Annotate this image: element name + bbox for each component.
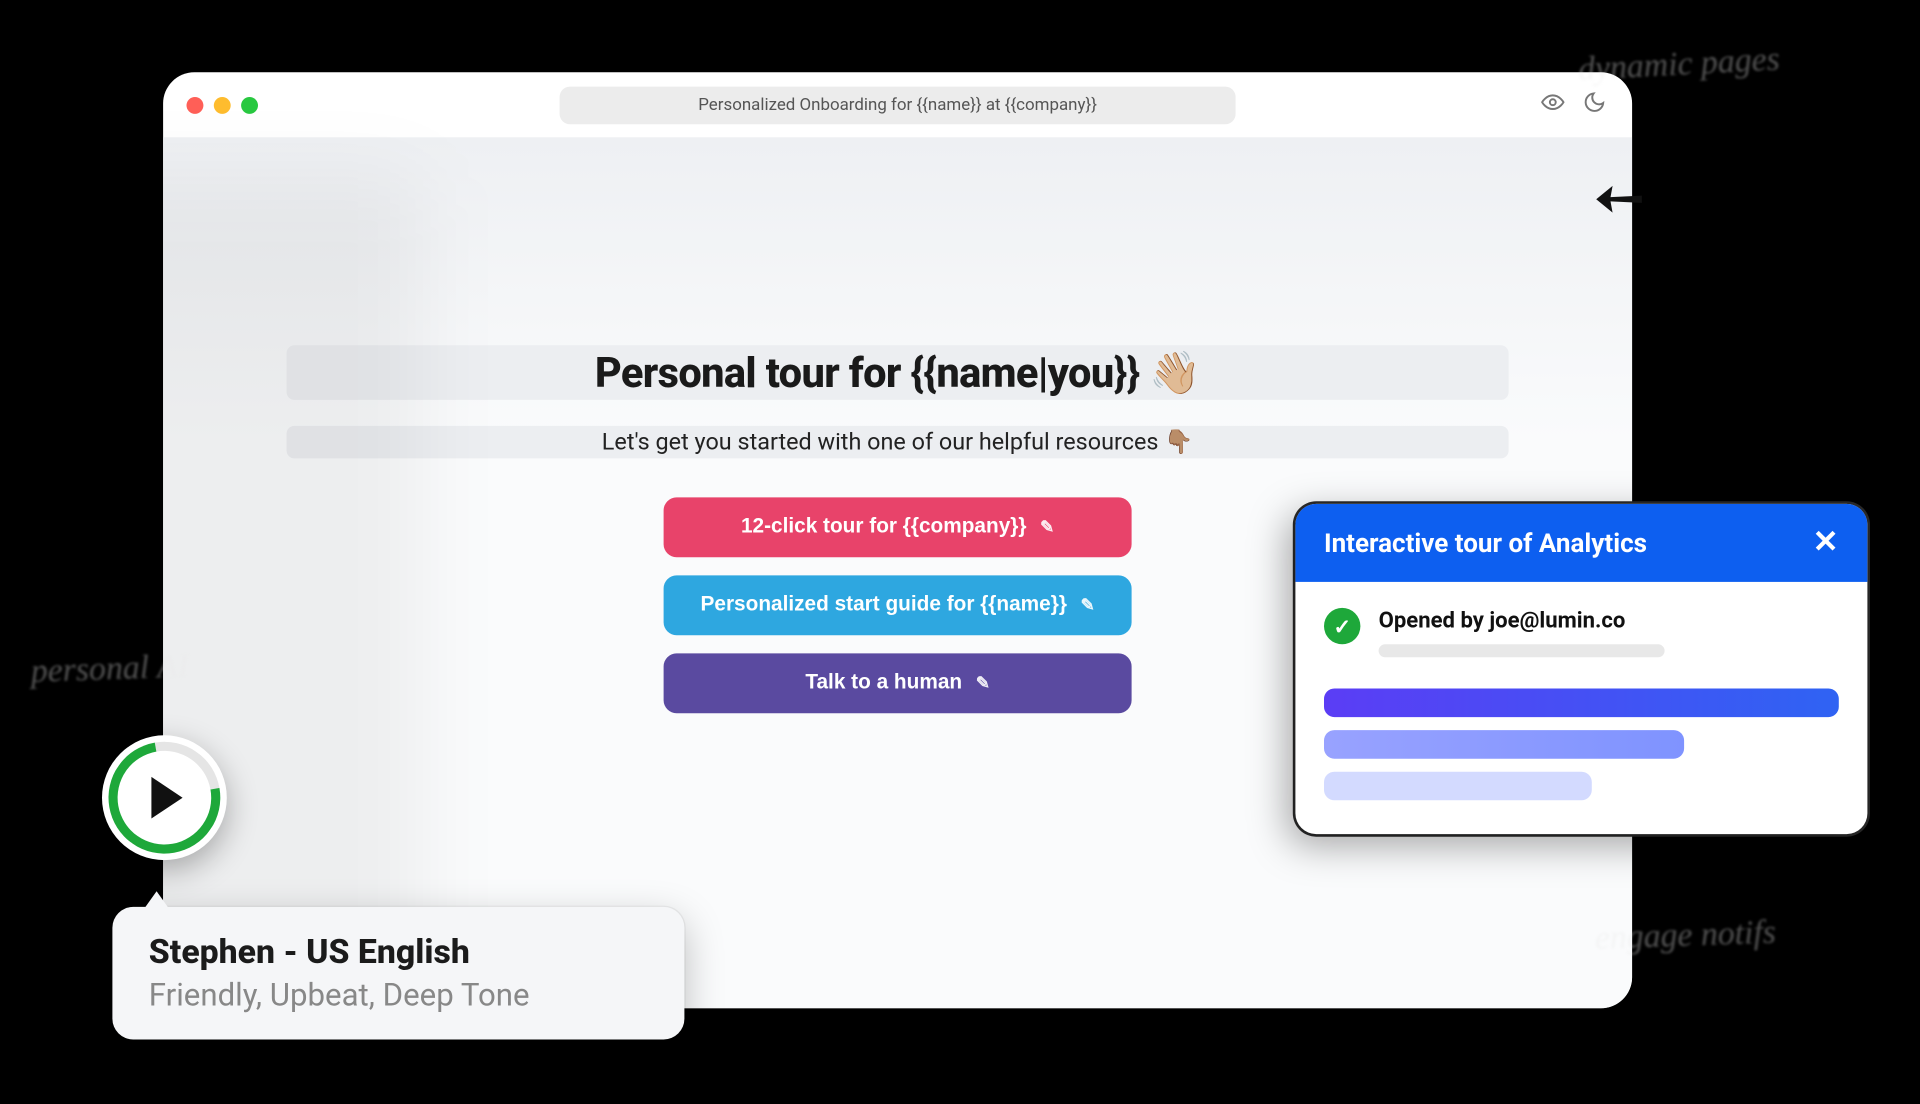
minimize-window-icon[interactable]: [214, 96, 231, 113]
subheadline-field[interactable]: Let's get you started with one of our he…: [287, 426, 1509, 459]
maximize-window-icon[interactable]: [241, 96, 258, 113]
play-voice-button[interactable]: [102, 735, 227, 860]
progress-bar-3: [1324, 772, 1592, 801]
close-window-icon[interactable]: [187, 96, 204, 113]
event-email: joe@lumin.co: [1489, 608, 1625, 634]
voice-tooltip: Stephen - US English Friendly, Upbeat, D…: [112, 907, 684, 1040]
cta-start-guide-label: Personalized start guide for {{name}}: [701, 594, 1067, 616]
progress-bar-2: [1324, 730, 1684, 759]
cta-tour-label: 12-click tour for {{company}}: [741, 516, 1027, 538]
headline-text: Personal tour for {{name|you}} 👋🏼: [287, 348, 1509, 397]
notification-title: Interactive tour of Analytics: [1324, 527, 1647, 558]
edit-icon: ✎: [1081, 595, 1095, 615]
edit-icon: ✎: [1040, 517, 1054, 537]
headline-field[interactable]: Personal tour for {{name|you}} 👋🏼: [287, 345, 1509, 400]
edit-icon: ✎: [976, 673, 990, 693]
progress-bar-1: [1324, 689, 1839, 718]
annotation-left: personal AI: [18, 648, 201, 692]
skeleton-line: [1379, 644, 1665, 657]
cta-tour-button[interactable]: 12-click tour for {{company}} ✎: [664, 497, 1132, 557]
notification-event: Opened by joe@lumin.co: [1379, 608, 1665, 634]
play-icon: [151, 777, 182, 819]
voice-name: Stephen - US English: [149, 933, 648, 972]
cta-start-guide-button[interactable]: Personalized start guide for {{name}} ✎: [664, 575, 1132, 635]
annotation-top: dynamic pages: [1555, 40, 1804, 90]
traffic-lights: [187, 96, 259, 113]
cta-talk-human-label: Talk to a human: [805, 672, 962, 694]
eye-icon[interactable]: [1541, 91, 1564, 120]
subheadline-text: Let's get you started with one of our he…: [287, 429, 1509, 456]
voice-description: Friendly, Upbeat, Deep Tone: [149, 977, 648, 1013]
event-prefix: Opened by: [1379, 608, 1490, 634]
address-bar[interactable]: Personalized Onboarding for {{name}} at …: [560, 86, 1236, 124]
check-icon: ✓: [1324, 608, 1360, 644]
titlebar: Personalized Onboarding for {{name}} at …: [163, 72, 1632, 137]
cta-talk-human-button[interactable]: Talk to a human ✎: [664, 653, 1132, 713]
moon-icon[interactable]: [1583, 91, 1606, 120]
notification-panel: Interactive tour of Analytics ✕ ✓ Opened…: [1295, 504, 1867, 834]
close-icon[interactable]: ✕: [1813, 527, 1839, 558]
